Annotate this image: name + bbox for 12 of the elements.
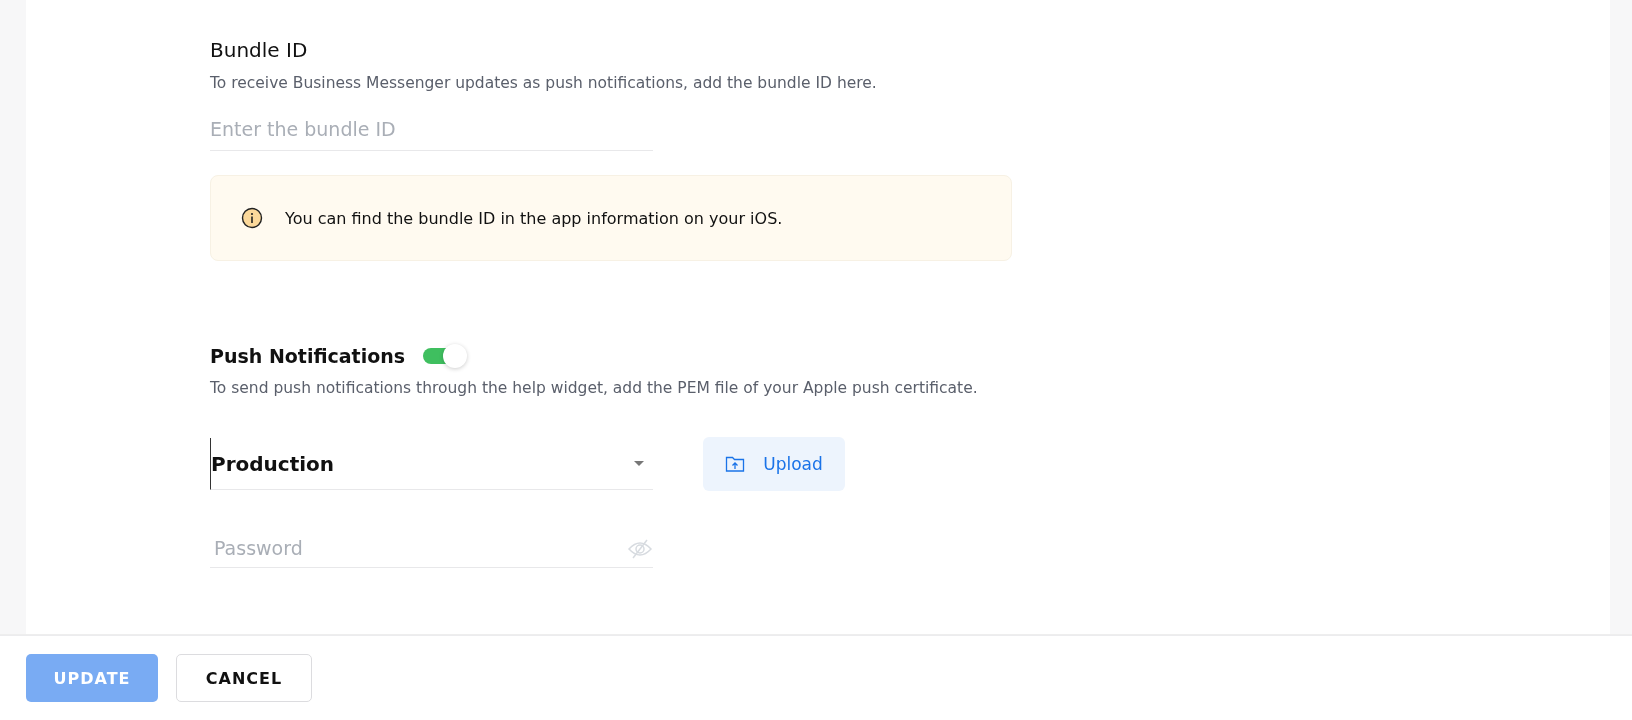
info-text: You can find the bundle ID in the app information on your iOS. (285, 208, 783, 228)
section-title: Push Notifications (210, 345, 406, 367)
section-description: To send push notifications through the help widget, add the PEM file of your Apple push certificate. (210, 379, 978, 397)
environment-select[interactable]: Production (210, 438, 653, 490)
cancel-button[interactable]: CANCEL (176, 654, 312, 702)
folder-upload-icon (725, 455, 746, 473)
section-title: Bundle ID (210, 38, 308, 62)
info-icon (241, 207, 263, 229)
eye-hidden-icon (627, 539, 653, 559)
upload-button[interactable]: Upload (703, 437, 845, 491)
caret-icon (633, 460, 645, 467)
section-description: To receive Business Messenger updates as push notifications, add the bundle ID here. (210, 74, 877, 92)
